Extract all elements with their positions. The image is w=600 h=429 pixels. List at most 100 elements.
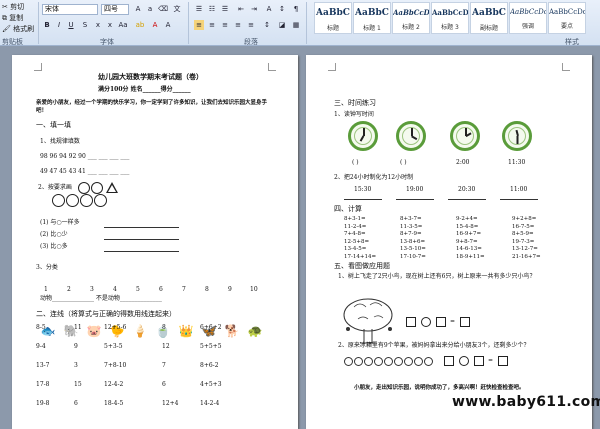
calc-cell: 17-14+14= [344, 254, 377, 260]
number-label: 2 [67, 286, 71, 293]
distribute-icon[interactable]: ≡ [246, 20, 256, 30]
pig-icon: 🐷 [86, 324, 102, 338]
margin-mark [328, 63, 336, 71]
circle-shape [52, 194, 65, 207]
number-label: 7 [182, 286, 186, 293]
superscript-icon[interactable]: x [105, 20, 115, 30]
page-right[interactable]: 三、时间练习 1、读钟写时间 ( ) ( ) 2:00 11:30 2、把24小… [306, 55, 592, 429]
shading-icon[interactable]: ◪ [277, 20, 287, 30]
section-2-heading: 二、连线（将算式与正确的得数用线连起来） [36, 310, 176, 318]
number-label: 6 [159, 286, 163, 293]
answer-line [448, 199, 486, 200]
style-emphasis[interactable]: AaBbCcDc 强调 [509, 2, 547, 34]
highlight-icon[interactable]: ab [135, 20, 145, 30]
chinese-layout-icon[interactable]: A [264, 4, 274, 14]
match-cell: 11 [74, 324, 82, 331]
number-label: 5 [136, 286, 140, 293]
align-right-icon[interactable]: ≡ [220, 20, 230, 30]
style-heading-3[interactable]: AaBbCcDd标题 3 [431, 2, 469, 34]
exam-title: 幼儿园大班数学期末考试题（卷） [98, 72, 203, 81]
equals-sign: = [450, 318, 456, 325]
style-strong[interactable]: AaBbCcDd 要点 [548, 2, 586, 34]
crown-icon: 👑 [178, 324, 194, 338]
section-1-2: 2、按要求画 [38, 184, 72, 191]
underline-icon[interactable]: U [66, 20, 76, 30]
phonetic-icon[interactable]: 文 [172, 4, 182, 14]
number-label: 10 [250, 286, 258, 293]
answer-box [436, 317, 446, 327]
answer-box [498, 356, 508, 366]
match-cell: 12 [162, 343, 170, 350]
number-label: 1 [44, 286, 48, 293]
shrink-font-icon[interactable]: a [145, 4, 155, 14]
margin-mark [562, 63, 570, 71]
time-24h: 19:00 [406, 186, 424, 193]
margin-mark [268, 63, 276, 71]
grow-font-icon[interactable]: A [133, 4, 143, 14]
cut-button[interactable]: ✂ 剪切 [2, 2, 38, 13]
match-cell: 6+6+2 [200, 324, 222, 331]
number-label: 9 [228, 286, 232, 293]
align-center-icon[interactable]: ≡ [207, 20, 217, 30]
decrease-indent-icon[interactable]: ⇤ [236, 4, 246, 14]
style-heading-2[interactable]: AaBbCcD 标题 2 [392, 2, 430, 34]
multilevel-list-icon[interactable]: ☰ [220, 4, 230, 14]
circle-shape [94, 194, 107, 207]
section-1-3: 3、分类 [36, 264, 58, 271]
match-cell: 12-4-2 [104, 381, 124, 388]
time-24h: 20:30 [458, 186, 476, 193]
char-border-icon[interactable]: A [163, 20, 173, 30]
justify-icon[interactable]: ≡ [233, 20, 243, 30]
calc-cell: 18-9+11= [456, 254, 485, 260]
pattern-row-1: 98 96 94 92 90 ___ ___ ___ ___ [40, 153, 130, 160]
change-case-icon[interactable]: Aa [118, 20, 128, 30]
clear-format-icon[interactable]: ⌫ [158, 4, 168, 14]
operator-circle [459, 356, 469, 366]
font-name-select[interactable]: 宋体 [42, 4, 98, 15]
section-3-2: 2、把24小时制化为12小时制 [334, 174, 414, 181]
draw-q3: (3) 比○多 [40, 243, 68, 250]
bold-icon[interactable]: B [42, 20, 52, 30]
style-title[interactable]: AaBbC 标题 [314, 2, 352, 34]
group-separator [38, 2, 39, 44]
bullets-icon[interactable]: ☰ [194, 4, 204, 14]
group-separator [188, 2, 189, 44]
answer-box [444, 356, 454, 366]
increase-indent-icon[interactable]: ⇥ [249, 4, 259, 14]
borders-icon[interactable]: ▦ [291, 20, 301, 30]
format-painter-button[interactable]: 🖌 格式刷 [2, 24, 38, 35]
section-3-1: 1、读钟写时间 [334, 111, 374, 118]
strikethrough-icon[interactable]: S [80, 20, 90, 30]
style-heading-1[interactable]: AaBbC 标题 1 [353, 2, 391, 34]
time-24h: 15:30 [354, 186, 372, 193]
answer-line [104, 239, 179, 240]
calc-cell: 17-10-7= [400, 254, 426, 260]
calc-cell: 21-16+7= [512, 254, 541, 260]
turtle-icon: 🐢 [247, 324, 263, 338]
subscript-icon[interactable]: x [93, 20, 103, 30]
italic-icon[interactable]: I [54, 20, 64, 30]
match-cell: 8+6-2 [200, 362, 219, 369]
apple-icon [384, 357, 393, 366]
clock-icon [348, 121, 378, 151]
numbering-icon[interactable]: ☷ [207, 4, 217, 14]
match-cell: 12+5-6 [104, 324, 127, 331]
closing-message: 小朋友，走出知识乐园，说明你成功了，多高兴啊！赶快检查检查吧。 [354, 385, 525, 391]
style-subtitle[interactable]: AaBbC 副标题 [470, 2, 508, 34]
font-size-select[interactable]: 四号 [101, 4, 129, 15]
circle-shape [80, 194, 93, 207]
group-separator [306, 2, 307, 44]
show-marks-icon[interactable]: ¶ [291, 4, 301, 14]
page-left[interactable]: 幼儿园大班数学期末考试题（卷） 满分100分 姓名______得分______ … [12, 55, 298, 429]
align-left-icon[interactable]: ≡ [194, 20, 204, 30]
apple-icon [354, 357, 363, 366]
apple-icon [344, 357, 353, 366]
font-color-icon[interactable]: A [150, 20, 160, 30]
line-spacing-icon[interactable]: ↕ [262, 20, 272, 30]
match-cell: 3 [74, 362, 78, 369]
clock-icon [450, 121, 480, 151]
copy-button[interactable]: ⧉ 复制 [2, 13, 38, 24]
sort-icon[interactable]: ↕ [277, 4, 287, 14]
apple-icon [414, 357, 423, 366]
match-cell: 13-7 [36, 362, 50, 369]
